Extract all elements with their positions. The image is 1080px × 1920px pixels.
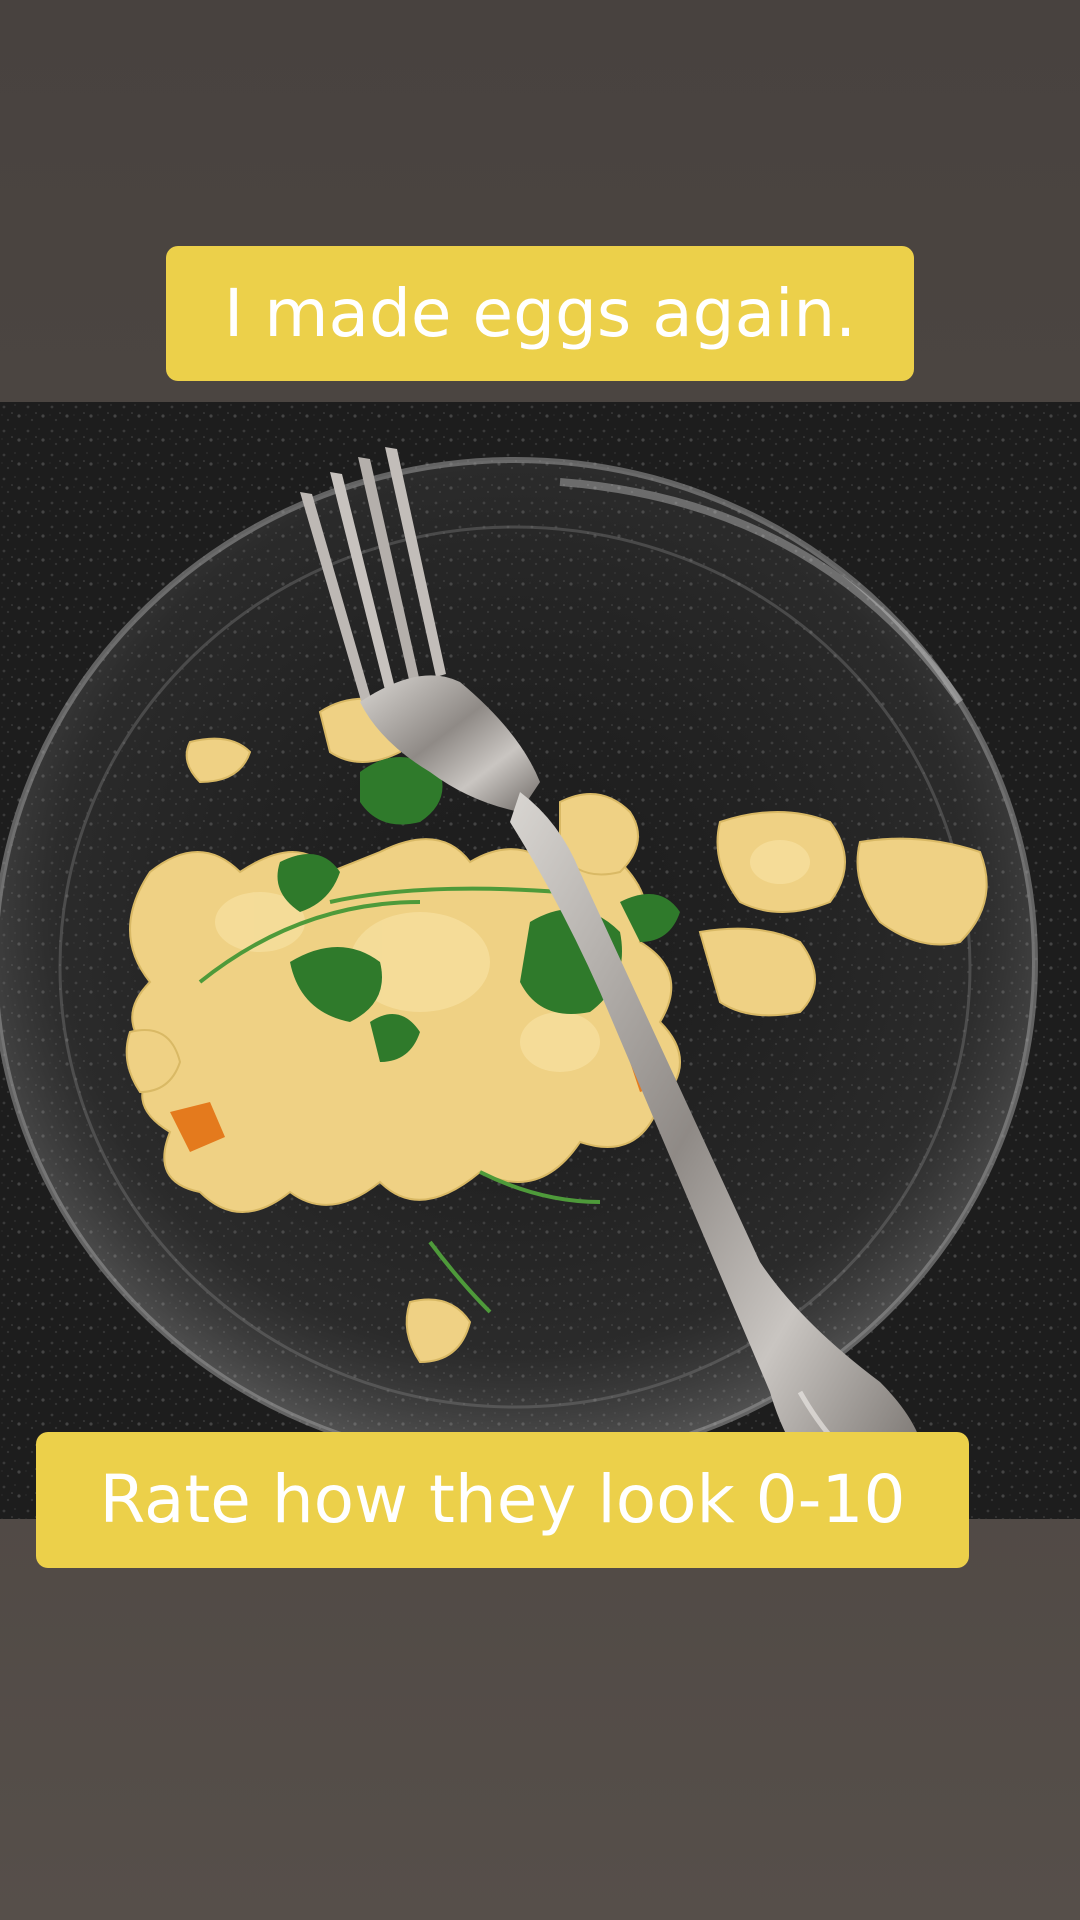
bottom-caption: Rate how they look 0-10	[36, 1432, 969, 1568]
video-frame: I made eggs again. Rate how they look 0-…	[0, 0, 1080, 1920]
food-photo-illustration	[0, 402, 1080, 1519]
top-caption: I made eggs again.	[166, 246, 914, 381]
food-photo	[0, 402, 1080, 1519]
